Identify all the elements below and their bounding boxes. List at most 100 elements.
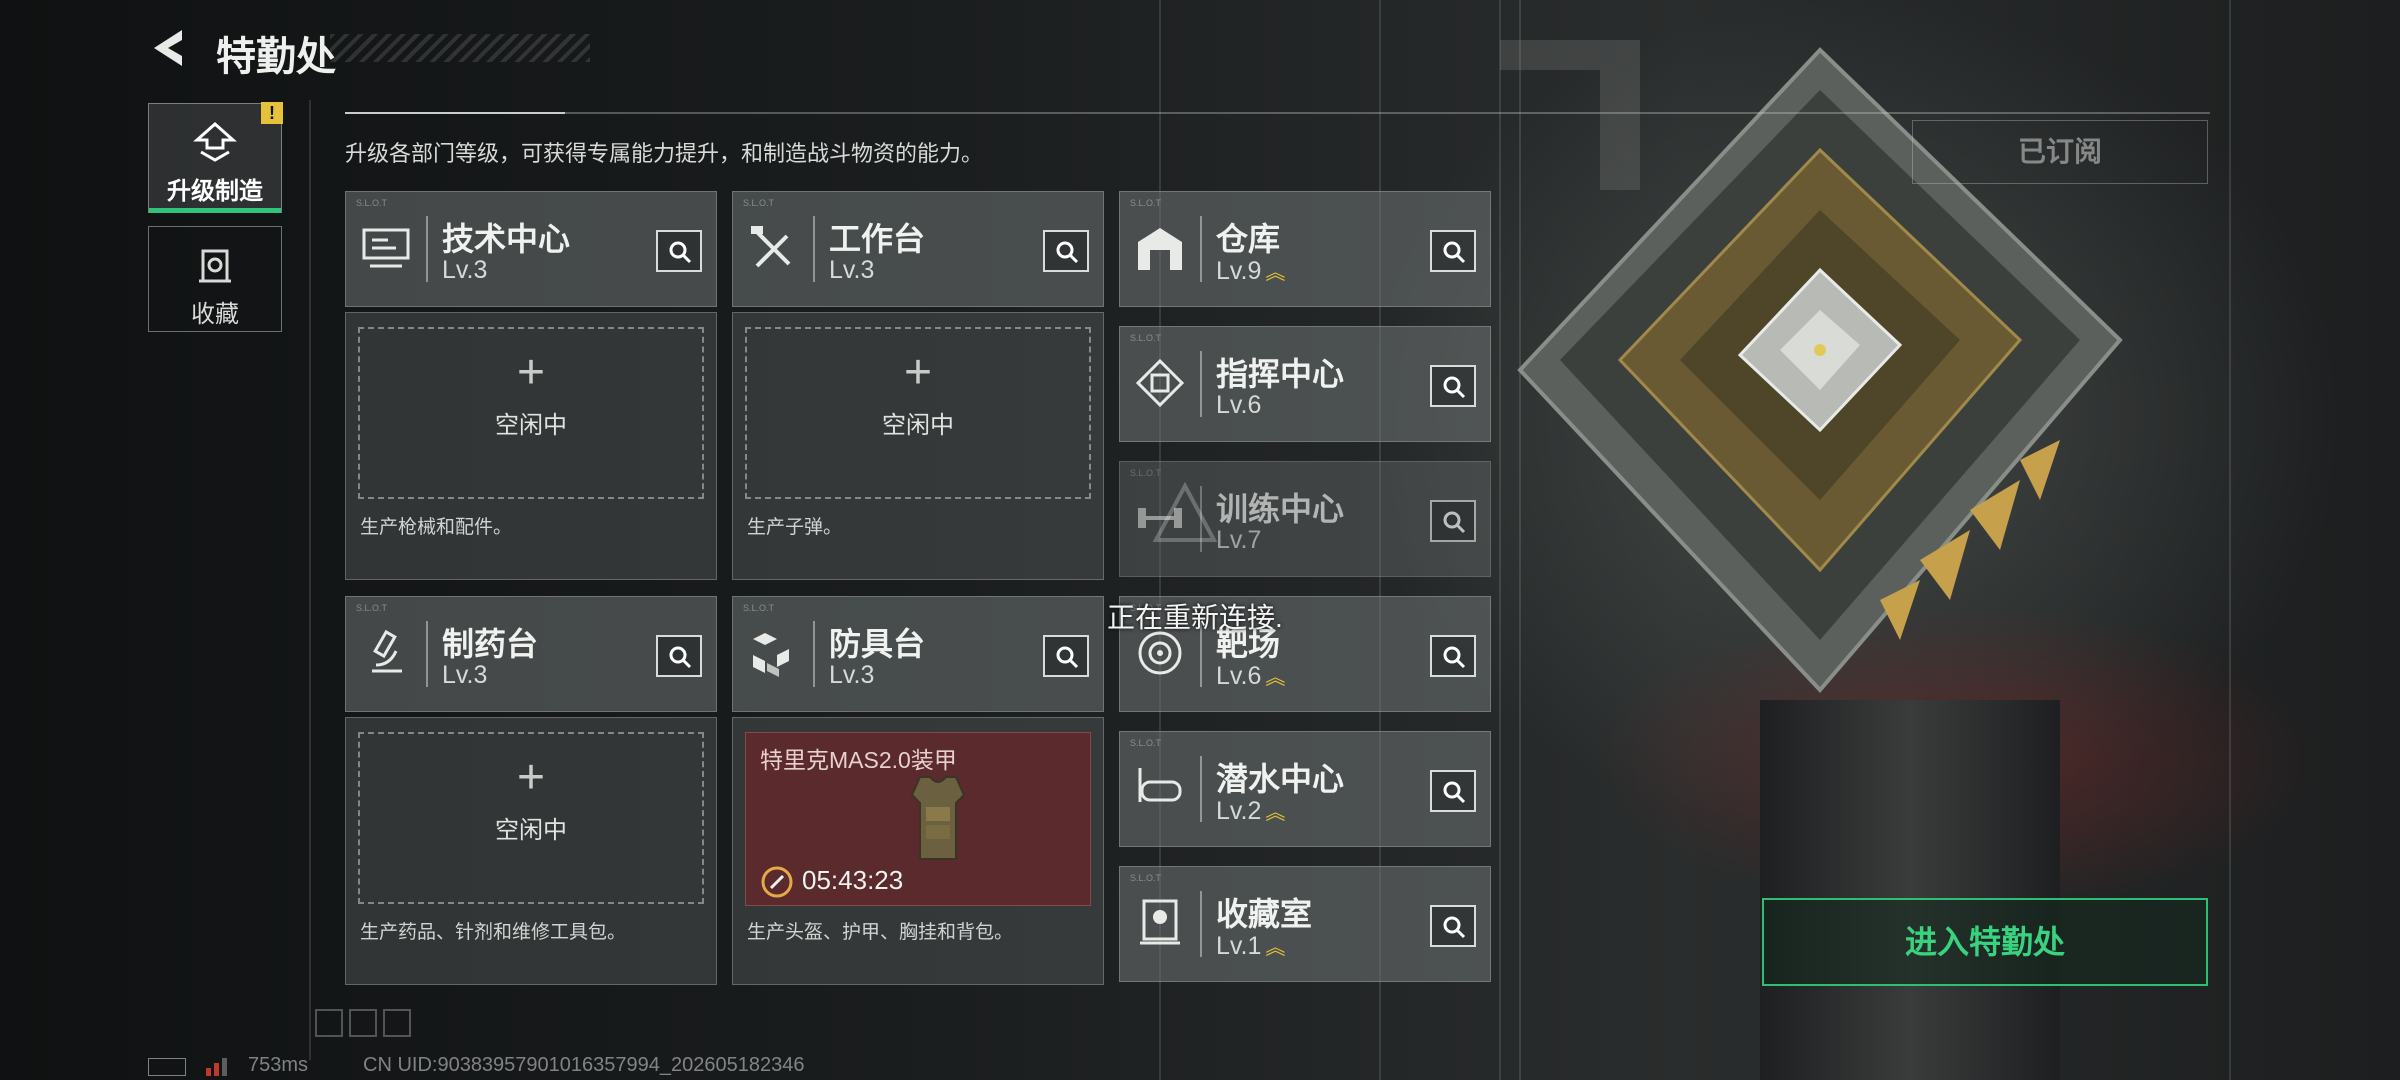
trophy-case-icon	[1140, 899, 1180, 945]
card-tag: S.L.O.T	[356, 603, 388, 613]
dept-name: 制药台	[442, 626, 539, 662]
search-icon	[1443, 646, 1466, 669]
dept-card-tech-center[interactable]: S.L.O.T 技术中心 Lv.3	[345, 191, 717, 307]
decorative-squares	[315, 1009, 411, 1037]
search-button[interactable]	[1430, 230, 1476, 272]
dept-level: Lv.3	[829, 256, 875, 284]
dept-name: 指挥中心	[1216, 356, 1345, 392]
add-icon: +	[516, 346, 546, 399]
cube-pillar	[1760, 700, 2060, 1080]
crafting-timer: 05:43:23	[802, 865, 904, 895]
user-uid: CN UID:903839579010163579​94_20260518234…	[363, 1054, 805, 1076]
production-slot-workbench: + 空闲中 生产子弹。	[732, 312, 1104, 580]
separator	[813, 216, 815, 282]
production-slot-pharmacy: + 空闲中 生产药品、针剂和维修工具包。	[345, 717, 717, 985]
card-tag: S.L.O.T	[743, 198, 775, 208]
dept-card-collection-room[interactable]: S.L.O.T 收藏室 Lv.1 ︽	[1119, 866, 1491, 982]
tab-upgrade-craft[interactable]: ! 升级制造	[148, 102, 283, 213]
slot-status: 空闲中	[882, 412, 954, 439]
card-tag: S.L.O.T	[1130, 198, 1162, 208]
idle-slot[interactable]: + 空闲中	[745, 327, 1091, 499]
dept-level: Lv.3	[829, 661, 875, 689]
production-slot-armor-bench: 特里克MAS2.0装甲 05:43:23 生产头盔、护甲、胸挂和背包。	[732, 717, 1104, 985]
search-icon	[1443, 781, 1466, 804]
search-icon	[1443, 241, 1466, 264]
dept-level: Lv.9	[1216, 257, 1262, 285]
crafting-item[interactable]: 特里克MAS2.0装甲 05:43:23	[745, 732, 1091, 906]
upgrade-available-icon: ︽	[1265, 667, 1285, 689]
search-icon	[1443, 916, 1466, 939]
dept-card-diving-center[interactable]: S.L.O.T 潜水中心 Lv.2 ︽	[1119, 731, 1491, 847]
search-button[interactable]	[1430, 635, 1476, 677]
microscope-icon	[372, 629, 402, 673]
page-description: 升级各部门等级，可获得专属能力提升，和制造战斗物资的能力。	[345, 141, 984, 166]
card-tag: S.L.O.T	[1130, 873, 1162, 883]
add-icon: +	[516, 751, 546, 804]
search-button[interactable]	[1043, 635, 1089, 677]
battery-icon	[148, 1058, 186, 1076]
separator	[1200, 216, 1202, 282]
warehouse-icon	[1138, 228, 1182, 270]
search-button[interactable]	[1430, 770, 1476, 812]
dept-level-row: Lv.6 ︽	[1216, 661, 1285, 691]
slot-description: 生产子弹。	[747, 517, 843, 538]
separator	[1200, 351, 1202, 417]
crafting-item-name: 特里克MAS2.0装甲	[760, 747, 957, 773]
dept-name: 技术中心	[442, 221, 571, 257]
page-title: 特勤处	[216, 35, 336, 79]
search-button[interactable]	[1430, 365, 1476, 407]
dept-card-command-center[interactable]: S.L.O.T 指挥中心 Lv.6	[1119, 326, 1491, 442]
dept-level-row: Lv.1 ︽	[1216, 931, 1285, 961]
back-arrow-icon[interactable]	[148, 26, 192, 70]
header-divider-highlight	[345, 112, 565, 114]
dept-name: 防具台	[829, 626, 926, 662]
dept-card-workbench[interactable]: S.L.O.T 工作台 Lv.3	[732, 191, 1104, 307]
dept-level: Lv.3	[442, 661, 488, 689]
upgrade-icon	[193, 121, 237, 162]
search-button[interactable]	[1430, 905, 1476, 947]
slot-status: 空闲中	[495, 412, 567, 439]
separator	[1200, 891, 1202, 957]
tools-icon	[751, 226, 791, 268]
subscribed-button[interactable]: 已订阅	[1912, 120, 2208, 184]
wrench-timer-icon	[761, 866, 793, 898]
upgrade-available-icon: ︽	[1265, 802, 1285, 824]
upgrade-available-icon: ︽	[1265, 262, 1285, 284]
idle-slot[interactable]: + 空闲中	[358, 732, 704, 904]
dept-level: Lv.3	[442, 256, 488, 284]
dept-card-armor-bench[interactable]: S.L.O.T 防具台 Lv.3	[732, 596, 1104, 712]
slot-status: 空闲中	[495, 817, 567, 844]
title-decoration	[330, 34, 590, 62]
signal-icon	[206, 1058, 227, 1076]
reconnecting-message: 正在重新连接.	[1107, 602, 1283, 633]
card-tag: S.L.O.T	[1130, 333, 1162, 343]
separator	[1200, 756, 1202, 822]
dept-level: Lv.7	[1216, 526, 1262, 554]
enter-special-ops-button[interactable]: 进入特勤处	[1762, 898, 2208, 986]
search-icon	[669, 241, 692, 264]
slot-description: 生产头盔、护甲、胸挂和背包。	[747, 922, 1014, 943]
alert-badge: !	[261, 102, 283, 124]
tab-collection[interactable]: 收藏	[148, 226, 282, 332]
search-button[interactable]	[656, 635, 702, 677]
dept-level: Lv.6	[1216, 391, 1262, 419]
dept-card-pharmacy[interactable]: S.L.O.T 制药台 Lv.3	[345, 596, 717, 712]
idle-slot[interactable]: + 空闲中	[358, 327, 704, 499]
search-icon	[1056, 646, 1079, 669]
search-button[interactable]	[1043, 230, 1089, 272]
dept-name: 工作台	[829, 221, 926, 257]
cubes-icon	[753, 633, 789, 677]
search-icon	[1056, 241, 1079, 264]
separator	[426, 216, 428, 282]
diving-mask-icon	[1138, 768, 1182, 802]
body-armor-icon	[910, 776, 966, 860]
dept-card-warehouse[interactable]: S.L.O.T 仓库 Lv.9 ︽	[1119, 191, 1491, 307]
dept-name: 潜水中心	[1216, 761, 1345, 797]
slot-description: 生产枪械和配件。	[360, 517, 513, 538]
search-button[interactable]	[1430, 500, 1476, 542]
dept-name: 仓库	[1216, 221, 1281, 257]
dept-level: Lv.6	[1216, 662, 1262, 690]
search-button[interactable]	[656, 230, 702, 272]
search-icon	[669, 646, 692, 669]
tab-active-indicator	[149, 208, 281, 213]
